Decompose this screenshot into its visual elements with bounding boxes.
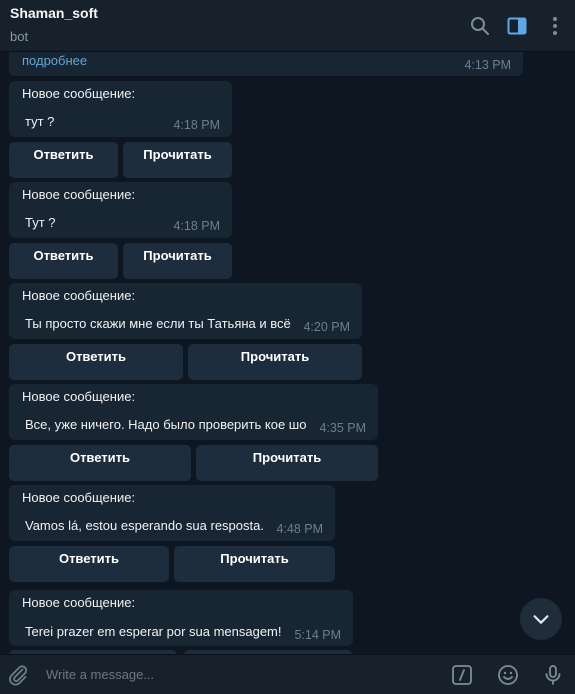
chat-header: Shaman_soft bot	[0, 0, 575, 52]
reply-button[interactable]: Ответить	[9, 142, 118, 178]
message-text: Все, уже ничего. Надо было проверить кое…	[25, 417, 307, 432]
message-bubble: Новое сообщение: Vamos lá, estou esperan…	[9, 485, 335, 541]
search-icon[interactable]	[468, 14, 492, 38]
read-button[interactable]: Прочитать	[123, 243, 232, 279]
message-bubble: Новое сообщение: Тут ? 4:18 PM	[9, 182, 232, 238]
message-text: тут ?	[25, 114, 55, 129]
read-button[interactable]: Прочитать	[174, 546, 335, 582]
more-link[interactable]: подробнее	[22, 53, 87, 68]
message-time: 4:35 PM	[319, 421, 366, 435]
attach-icon[interactable]	[6, 663, 30, 687]
message-heading: Новое сообщение:	[22, 595, 136, 610]
commands-icon[interactable]	[450, 663, 474, 687]
message-bubble: Новое сообщение: Ты просто скажи мне есл…	[9, 283, 362, 339]
reply-button[interactable]: Ответить	[9, 344, 183, 380]
message-input[interactable]: Write a message...	[46, 667, 154, 682]
sidebar-toggle-icon[interactable]	[505, 14, 529, 38]
message-time: 4:13 PM	[464, 58, 511, 72]
microphone-icon[interactable]	[541, 663, 565, 687]
message-text: Vamos lá, estou esperando sua resposta.	[25, 518, 264, 533]
message-time: 4:20 PM	[303, 320, 350, 334]
scroll-down-button[interactable]	[520, 598, 562, 640]
message-heading: Новое сообщение:	[22, 187, 136, 202]
read-button[interactable]: Прочитать	[188, 344, 362, 380]
message-bubble: подробнее 4:13 PM	[9, 52, 523, 76]
message-heading: Новое сообщение:	[22, 86, 136, 101]
message-time: 5:14 PM	[294, 628, 341, 642]
chat-title[interactable]: Shaman_soft	[10, 5, 98, 21]
read-button[interactable]: Прочитать	[196, 445, 378, 481]
message-text: Ты просто скажи мне если ты Татьяна и вс…	[25, 316, 291, 331]
reply-button[interactable]: Ответить	[9, 243, 118, 279]
message-time: 4:18 PM	[173, 219, 220, 233]
reply-button[interactable]: Ответить	[9, 546, 169, 582]
reply-button[interactable]: Ответить	[9, 445, 191, 481]
message-text: Terei prazer em esperar por sua mensagem…	[25, 624, 282, 639]
emoji-icon[interactable]	[496, 663, 520, 687]
message-bubble: Новое сообщение: Terei prazer em esperar…	[9, 590, 353, 646]
message-list[interactable]: подробнее 4:13 PM Новое сообщение: тут ?…	[0, 52, 575, 654]
message-heading: Новое сообщение:	[22, 389, 136, 404]
message-composer: Write a message...	[0, 654, 575, 694]
message-bubble: Новое сообщение: Все, уже ничего. Надо б…	[9, 384, 378, 440]
message-time: 4:18 PM	[173, 118, 220, 132]
chevron-down-icon	[530, 608, 552, 630]
message-time: 4:48 PM	[276, 522, 323, 536]
message-heading: Новое сообщение:	[22, 288, 136, 303]
more-vertical-icon[interactable]	[543, 14, 567, 38]
message-bubble: Новое сообщение: тут ? 4:18 PM	[9, 81, 232, 137]
chat-subtitle: bot	[10, 29, 29, 44]
message-heading: Новое сообщение:	[22, 490, 136, 505]
message-text: Тут ?	[25, 215, 56, 230]
read-button[interactable]: Прочитать	[123, 142, 232, 178]
